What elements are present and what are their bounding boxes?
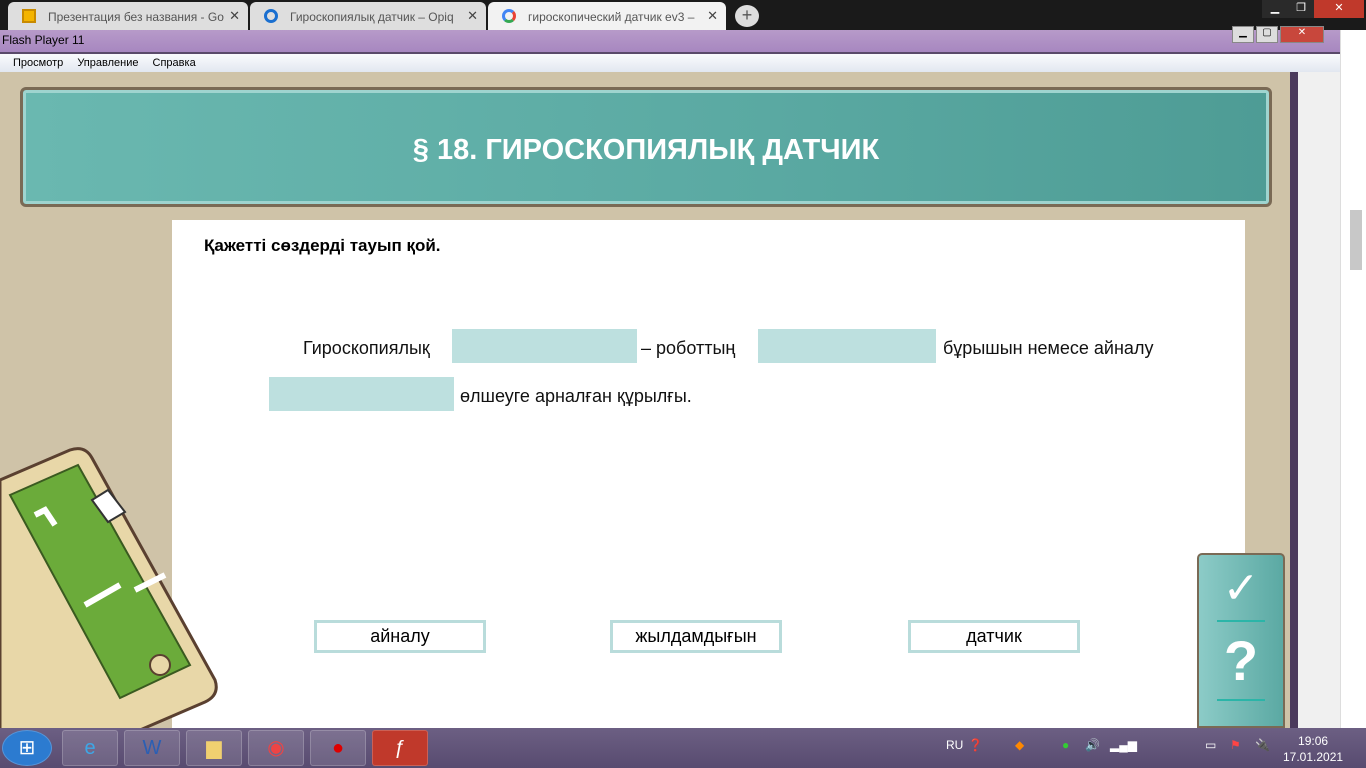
network-signal-icon[interactable]: ▂▄▆ [1110, 738, 1137, 752]
flash-title-bar: Flash Player 11 [0, 30, 1340, 52]
explorer-icon[interactable]: ▆ [186, 730, 242, 766]
recorder-icon[interactable]: ● [310, 730, 366, 766]
drop-blank-1[interactable] [452, 329, 637, 363]
drop-blank-2[interactable] [758, 329, 936, 363]
browser-tab[interactable]: Презентация без названия - Go ✕ [8, 2, 248, 30]
opiq-icon [264, 9, 278, 23]
browser-tab[interactable]: Гироскопиялық датчик – Opiq ✕ [250, 2, 486, 30]
lesson-title: § 18. ГИРОСКОПИЯЛЫҚ ДАТЧИК [412, 134, 880, 166]
word-card[interactable]: айналу [314, 620, 486, 653]
close-button[interactable]: ✕ [1314, 0, 1364, 18]
flash-minimize-button[interactable]: ▁ [1232, 26, 1254, 43]
sentence-text: – роботтың [641, 338, 736, 358]
browser-scrollbar[interactable] [1340, 30, 1366, 728]
sentence-text: Гироскопиялық [303, 338, 430, 358]
language-indicator[interactable]: RU [946, 738, 963, 752]
new-tab-button[interactable]: + [735, 5, 759, 27]
help-tray-icon[interactable]: ❓ [968, 738, 983, 752]
drop-blank-3[interactable] [269, 377, 454, 411]
flash-maximize-button[interactable]: ▢ [1256, 26, 1278, 43]
avast-icon[interactable]: ◆ [1015, 738, 1024, 752]
clock[interactable]: 19:06 17.01.2021 [1283, 733, 1343, 765]
menu-view[interactable]: Просмотр [13, 57, 63, 69]
display-icon[interactable]: ▭ [1205, 738, 1216, 752]
menu-control[interactable]: Управление [77, 57, 138, 69]
word-card[interactable]: жылдамдығын [610, 620, 782, 653]
flash-player-icon[interactable]: ƒ [372, 730, 428, 766]
close-tab-icon[interactable]: ✕ [229, 8, 240, 24]
menu-bar: Просмотр Управление Справка [0, 52, 1340, 72]
close-tab-icon[interactable]: ✕ [467, 8, 478, 24]
maximize-button[interactable]: ❐ [1288, 0, 1314, 18]
google-icon [502, 9, 516, 23]
ie-icon[interactable]: e [62, 730, 118, 766]
check-button[interactable]: ✓ [1199, 563, 1283, 614]
exercise-panel: Қажетті сөздерді тауып қой. Гироскопиялы… [172, 220, 1245, 728]
word-card[interactable]: датчик [908, 620, 1080, 653]
browser-tab[interactable]: гироскопический датчик ev3 – ✕ [488, 2, 726, 30]
action-center-flag-icon[interactable]: ⚑ [1230, 738, 1241, 752]
side-toolbar: ✓ ? [1197, 553, 1285, 728]
minimize-button[interactable]: ▁ [1262, 0, 1288, 18]
window-frame [1290, 72, 1340, 728]
power-icon[interactable]: 🔌 [1255, 738, 1270, 752]
flash-close-button[interactable]: ✕ [1280, 26, 1324, 43]
scrollbar-thumb[interactable] [1350, 210, 1362, 270]
sentence-text: өлшеуге арналған құрылғы. [460, 386, 692, 406]
slides-icon [22, 9, 36, 23]
phone-illustration [0, 447, 218, 730]
start-button[interactable]: ⊞ [2, 730, 52, 766]
taskbar: ⊞ e W ▆ ◉ ● ƒ RU ❓ ◆ ● 🔊 ▂▄▆ ▭ ⚑ 🔌 19:06… [0, 728, 1366, 768]
word-icon[interactable]: W [124, 730, 180, 766]
sentence-text: бұрышын немесе айналу [943, 338, 1154, 358]
help-button[interactable]: ? [1199, 628, 1283, 693]
volume-icon[interactable]: 🔊 [1085, 738, 1100, 752]
lesson-banner: § 18. ГИРОСКОПИЯЛЫҚ ДАТЧИК [20, 87, 1272, 207]
green-status-icon[interactable]: ● [1062, 738, 1069, 752]
browser-tab-bar: Презентация без названия - Go ✕ Гироскопи… [0, 0, 1366, 30]
close-tab-icon[interactable]: ✕ [707, 8, 718, 24]
chrome-icon[interactable]: ◉ [248, 730, 304, 766]
menu-help[interactable]: Справка [153, 57, 196, 69]
instruction: Қажетті сөздерді тауып қой. [204, 236, 441, 255]
